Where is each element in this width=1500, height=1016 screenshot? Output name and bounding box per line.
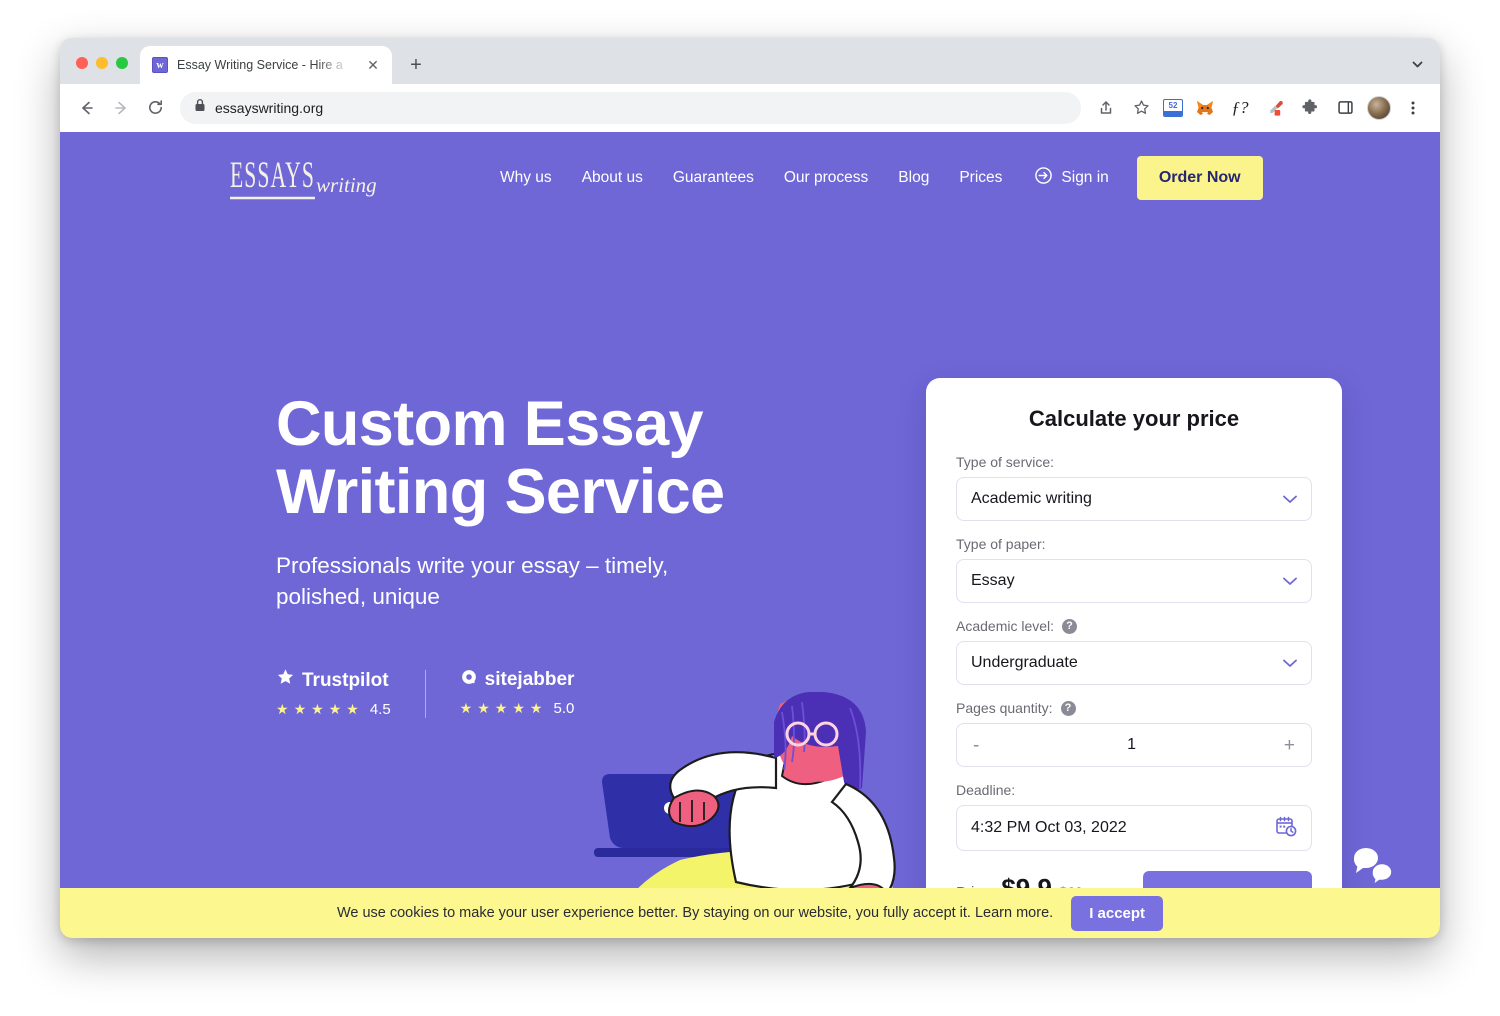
eyedropper-icon[interactable]: [1262, 95, 1288, 121]
tab-title: Essay Writing Service - Hire a: [177, 58, 343, 72]
chevron-down-icon: [1283, 492, 1297, 507]
deadline-value: 4:32 PM Oct 03, 2022: [971, 819, 1127, 836]
back-button[interactable]: [72, 93, 102, 123]
metamask-fox-icon[interactable]: [1192, 95, 1218, 121]
address-bar[interactable]: essayswriting.org: [180, 91, 1081, 124]
minimize-window-button[interactable]: [96, 57, 108, 69]
increment-pages-button[interactable]: +: [1284, 736, 1295, 755]
accept-cookies-button[interactable]: I accept: [1071, 895, 1164, 931]
browser-toolbar: essayswriting.org 52 ƒ?: [60, 84, 1440, 132]
page-title: Custom Essay Writing Service: [276, 390, 876, 526]
fontanello-icon[interactable]: ƒ?: [1227, 95, 1253, 121]
pages-quantity-label: Pages quantity: ?: [956, 700, 1312, 716]
help-icon[interactable]: ?: [1060, 700, 1076, 716]
trustpilot-name: Trustpilot: [276, 668, 391, 693]
extension-counter-icon[interactable]: 52: [1163, 98, 1183, 117]
sign-in-label: Sign in: [1061, 169, 1109, 186]
type-of-paper-value: Essay: [971, 572, 1015, 589]
type-of-paper-select[interactable]: Essay: [956, 559, 1312, 603]
browser-tab[interactable]: w Essay Writing Service - Hire a ✕: [140, 46, 392, 84]
side-panel-icon[interactable]: [1332, 95, 1358, 121]
share-icon[interactable]: [1093, 95, 1119, 121]
page-content: ESSAYS writing Why us About us Guarantee…: [60, 132, 1440, 938]
academic-level-value: Undergraduate: [971, 654, 1078, 671]
academic-level-select[interactable]: Undergraduate: [956, 641, 1312, 685]
rating-trustpilot[interactable]: Trustpilot ★ ★ ★ ★ ★ 4.5: [276, 668, 391, 718]
pages-quantity-stepper[interactable]: - 1 +: [956, 723, 1312, 767]
calculator-body: Calculate your price Type of service: Ac…: [926, 378, 1342, 938]
extensions-puzzle-icon[interactable]: [1297, 95, 1323, 121]
maximize-window-button[interactable]: [116, 57, 128, 69]
hero-subtitle: Professionals write your essay – timely,…: [276, 553, 669, 610]
cookie-text: We use cookies to make your user experie…: [336, 905, 1054, 921]
chrome-menu-icon[interactable]: [1400, 95, 1426, 121]
nav-item-prices[interactable]: Prices: [959, 169, 1002, 187]
close-tab-icon[interactable]: ✕: [364, 56, 382, 74]
type-of-service-value: Academic writing: [971, 490, 1092, 507]
profile-avatar[interactable]: [1367, 95, 1391, 120]
hero-title-line2: Writing Service: [276, 457, 725, 528]
help-icon[interactable]: ?: [1062, 618, 1078, 634]
chevron-down-icon: [1283, 656, 1297, 671]
calendar-clock-icon[interactable]: [1275, 815, 1297, 842]
chevron-down-icon: [1283, 574, 1297, 589]
price-calculator-card: Calculate your price Type of service: Ac…: [926, 378, 1342, 938]
trustpilot-star-icon: [276, 668, 295, 693]
sign-in-link[interactable]: Sign in: [1034, 166, 1109, 190]
bookmark-star-icon[interactable]: [1128, 95, 1154, 121]
trustpilot-score: 4.5: [369, 701, 391, 719]
sitejabber-name: sitejabber: [460, 668, 575, 692]
tab-strip-right: [1404, 51, 1430, 77]
url-text: essayswriting.org: [215, 99, 324, 116]
nav-item-guarantees[interactable]: Guarantees: [673, 169, 754, 187]
deadline-field[interactable]: 4:32 PM Oct 03, 2022: [956, 805, 1312, 851]
lock-icon: [194, 98, 206, 117]
sitejabber-label: sitejabber: [484, 669, 575, 691]
sitejabber-icon: [460, 668, 478, 692]
type-of-service-label: Type of service:: [956, 454, 1055, 470]
tab-search-chevron-down-icon[interactable]: [1404, 51, 1430, 77]
new-tab-button[interactable]: +: [402, 51, 430, 79]
main-navigation: Why us About us Guarantees Our process B…: [500, 169, 1002, 187]
toolbar-icon-group: 52 ƒ?: [1093, 95, 1428, 121]
pages-quantity-value: 1: [1127, 736, 1137, 753]
hero-title-line1: Custom Essay: [276, 389, 704, 459]
type-of-paper-label: Type of paper:: [956, 536, 1046, 552]
forward-button[interactable]: [106, 93, 136, 123]
site-favicon: w: [152, 57, 168, 73]
logo-secondary-text: writing: [316, 173, 377, 197]
deadline-label: Deadline:: [956, 782, 1016, 798]
nav-item-our-process[interactable]: Our process: [784, 169, 868, 187]
nav-item-blog[interactable]: Blog: [898, 169, 929, 187]
calculator-title: Calculate your price: [1028, 406, 1240, 431]
hero-section: Custom Essay Writing Service Professiona…: [276, 390, 876, 719]
window-controls: [60, 57, 128, 84]
decrement-pages-button[interactable]: -: [973, 736, 979, 755]
login-arrow-icon: [1034, 166, 1053, 190]
cookie-banner: We use cookies to make your user experie…: [60, 888, 1440, 938]
rating-divider: [424, 670, 426, 719]
chat-widget-button[interactable]: [1348, 844, 1396, 888]
tab-strip: w Essay Writing Service - Hire a ✕ +: [60, 38, 1440, 84]
trustpilot-label: Trustpilot: [302, 669, 389, 691]
logo-primary-text: ESSAYS: [230, 156, 315, 200]
academic-level-label: Academic level: ?: [956, 618, 1312, 634]
site-header: ESSAYS writing Why us About us Guarantee…: [60, 132, 1440, 224]
nav-item-why-us[interactable]: Why us: [500, 169, 552, 187]
order-now-button[interactable]: Order Now: [1136, 156, 1263, 200]
trustpilot-stars: ★ ★ ★ ★ ★ 4.5: [276, 701, 391, 719]
browser-window: w Essay Writing Service - Hire a ✕ + ess…: [60, 38, 1440, 938]
close-window-button[interactable]: [76, 57, 88, 69]
reload-button[interactable]: [140, 93, 170, 123]
nav-item-about-us[interactable]: About us: [582, 169, 643, 187]
type-of-service-select[interactable]: Academic writing: [956, 477, 1312, 521]
site-logo[interactable]: ESSAYS writing: [230, 156, 380, 200]
